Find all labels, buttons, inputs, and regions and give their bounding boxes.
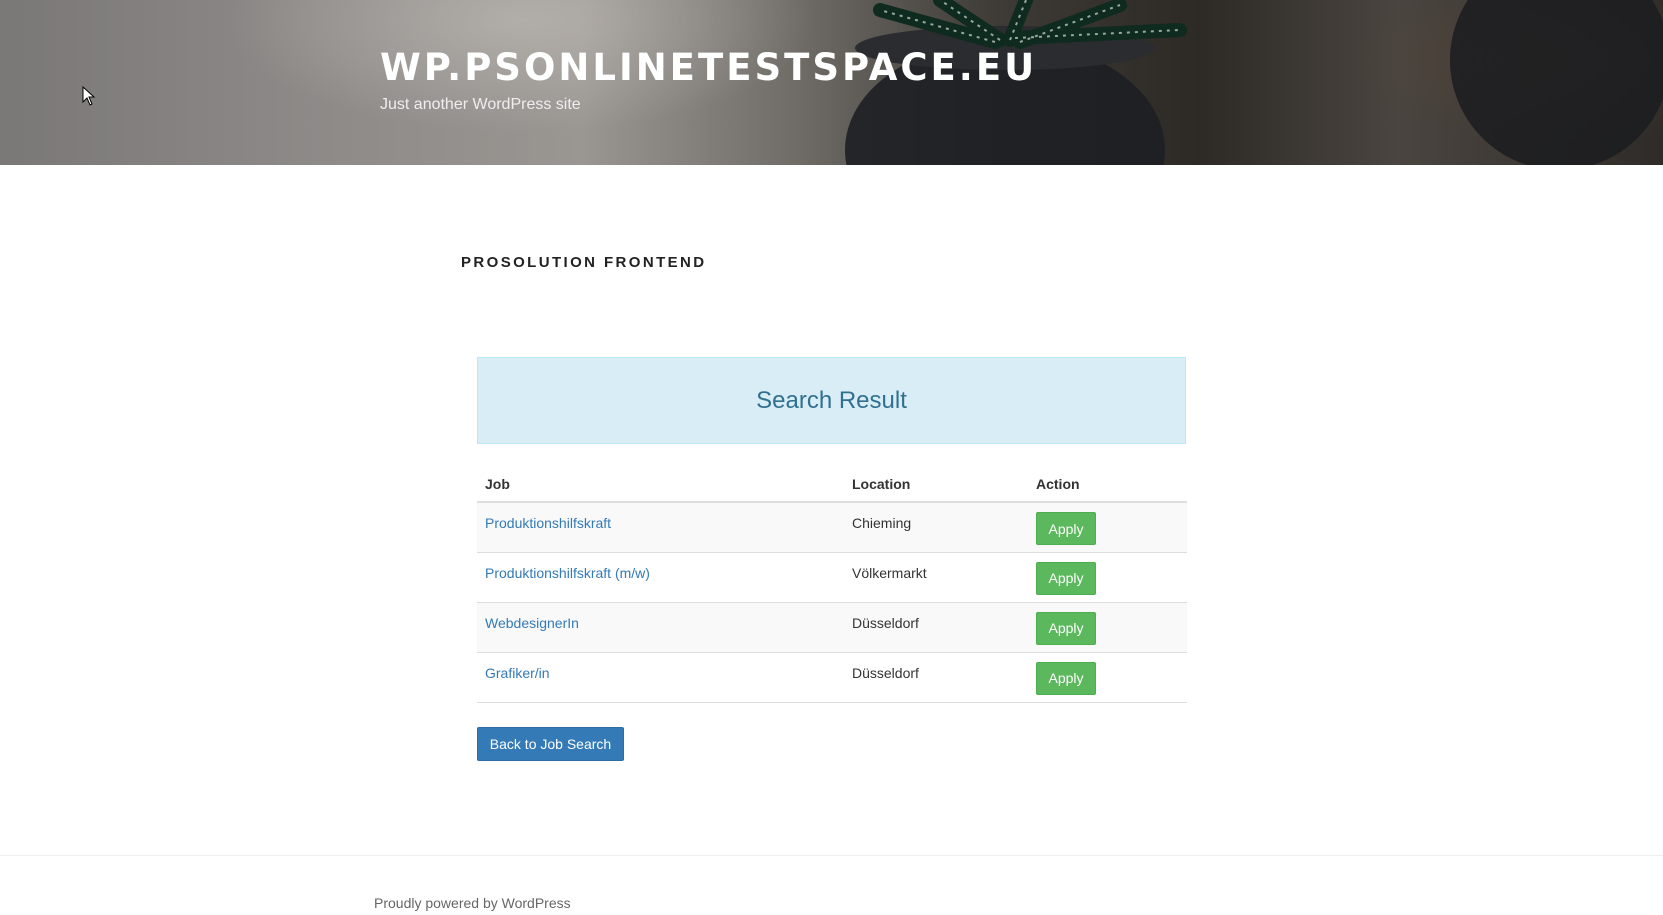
apply-button[interactable]: Apply [1036,661,1096,695]
column-header-job: Job [477,466,844,503]
search-result-panel: Search Result [477,357,1186,444]
search-result-heading: Search Result [756,386,907,414]
page-title: PROSOLUTION FRONTEND [461,254,707,271]
job-cell: WebdesignerIn [477,602,844,653]
site-header: WP.PSONLINETESTSPACE.EU Just another Wor… [0,0,1663,165]
location-cell: Düsseldorf [844,602,1028,653]
table-row: Produktionshilfskraft Chieming Apply [477,502,1187,553]
table-row: Grafiker/in Düsseldorf Apply [477,652,1187,703]
table-row: Produktionshilfskraft (m/w) Völkermarkt … [477,552,1187,603]
job-results-table: Job Location Action Produktionshilfskraf… [477,466,1187,703]
location-cell: Völkermarkt [844,552,1028,603]
job-link[interactable]: Produktionshilfskraft [485,515,611,531]
table-row: WebdesignerIn Düsseldorf Apply [477,602,1187,653]
apply-button[interactable]: Apply [1036,561,1096,595]
job-cell: Produktionshilfskraft (m/w) [477,552,844,603]
apply-button[interactable]: Apply [1036,512,1096,545]
site-tagline: Just another WordPress site [380,96,581,113]
location-cell: Düsseldorf [844,652,1028,703]
table-header-row: Job Location Action [477,466,1187,503]
mouse-pointer-icon [82,85,96,111]
footer-divider [0,855,1663,856]
job-cell: Grafiker/in [477,652,844,703]
column-header-action: Action [1028,466,1187,503]
footer-credit-link[interactable]: Proudly powered by WordPress [374,895,571,911]
job-cell: Produktionshilfskraft [477,502,844,553]
apply-button[interactable]: Apply [1036,611,1096,645]
action-cell: Apply [1028,502,1187,553]
column-header-location: Location [844,466,1028,503]
job-link[interactable]: Produktionshilfskraft (m/w) [485,565,650,581]
action-cell: Apply [1028,602,1187,653]
action-cell: Apply [1028,552,1187,603]
site-title[interactable]: WP.PSONLINETESTSPACE.EU [380,46,1037,89]
location-cell: Chieming [844,502,1028,553]
back-to-job-search-button[interactable]: Back to Job Search [477,727,624,761]
job-link[interactable]: Grafiker/in [485,665,550,681]
action-cell: Apply [1028,652,1187,703]
job-link[interactable]: WebdesignerIn [485,615,579,631]
